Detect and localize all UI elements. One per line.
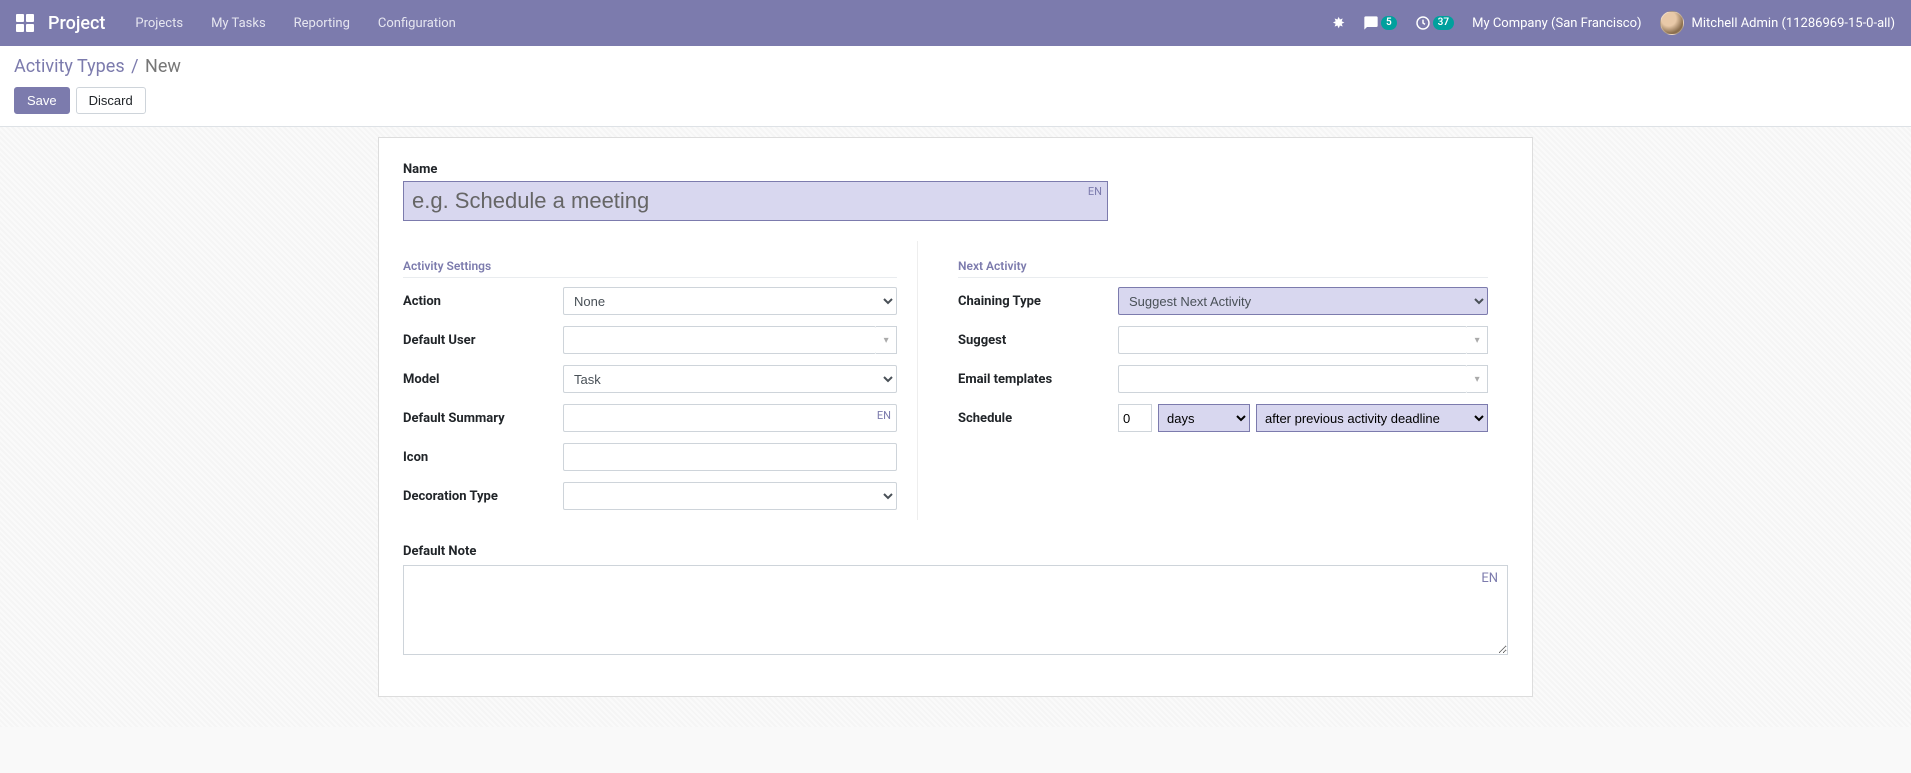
label-schedule: Schedule [958, 411, 1118, 426]
email-templates-dropdown-icon[interactable]: ▾ [1467, 365, 1488, 393]
field-chaining-type: Chaining Type Suggest Next Activity [958, 286, 1488, 316]
suggest-input[interactable] [1118, 326, 1467, 354]
top-navbar: Project Projects My Tasks Reporting Conf… [0, 0, 1911, 46]
next-activity-title: Next Activity [958, 259, 1488, 278]
breadcrumb-current: New [145, 56, 181, 77]
breadcrumb: Activity Types / New [14, 56, 1897, 77]
field-action: Action None [403, 286, 897, 316]
label-decoration-type: Decoration Type [403, 489, 563, 504]
activities-badge: 37 [1433, 16, 1454, 30]
schedule-count-input[interactable] [1118, 404, 1152, 432]
breadcrumb-parent[interactable]: Activity Types [14, 56, 125, 77]
nav-menu-configuration[interactable]: Configuration [378, 16, 456, 31]
label-default-note: Default Note [403, 544, 1508, 559]
name-lang-badge[interactable]: EN [1088, 185, 1102, 198]
label-model: Model [403, 372, 563, 387]
messages-icon[interactable]: 5 [1363, 15, 1397, 31]
field-model: Model Task [403, 364, 897, 394]
schedule-from-select[interactable]: after previous activity deadline [1256, 404, 1488, 432]
label-default-summary: Default Summary [403, 411, 563, 426]
nav-menu: Projects My Tasks Reporting Configuratio… [135, 16, 455, 31]
chaining-type-select[interactable]: Suggest Next Activity [1118, 287, 1488, 315]
control-bar: Activity Types / New Save Discard [0, 46, 1911, 127]
default-note-wrap: EN [403, 565, 1508, 659]
suggest-dropdown-icon[interactable]: ▾ [1467, 326, 1488, 354]
field-suggest: Suggest ▾ [958, 325, 1488, 355]
user-menu[interactable]: Mitchell Admin (11286969-15-0-all) [1660, 11, 1895, 35]
label-email-templates: Email templates [958, 372, 1118, 387]
nav-left: Project Projects My Tasks Reporting Conf… [16, 13, 456, 34]
avatar [1660, 11, 1684, 35]
schedule-unit-select[interactable]: days [1158, 404, 1250, 432]
summary-lang-badge[interactable]: EN [877, 409, 891, 422]
field-schedule: Schedule days after previous activity de… [958, 403, 1488, 433]
decoration-type-select[interactable] [563, 482, 897, 510]
label-default-user: Default User [403, 333, 563, 348]
debug-icon[interactable]: ✸ [1332, 14, 1345, 32]
app-brand[interactable]: Project [48, 13, 105, 34]
two-column-layout: Activity Settings Action None Default Us… [403, 241, 1508, 520]
activity-settings-col: Activity Settings Action None Default Us… [403, 241, 918, 520]
name-label: Name [403, 162, 1508, 177]
field-default-summary: Default Summary EN [403, 403, 897, 433]
nav-menu-projects[interactable]: Projects [135, 16, 183, 31]
field-default-user: Default User ▾ [403, 325, 897, 355]
name-input[interactable] [403, 181, 1108, 221]
activities-icon[interactable]: 37 [1415, 15, 1454, 31]
label-chaining-type: Chaining Type [958, 294, 1118, 309]
apps-icon[interactable] [16, 14, 34, 32]
note-lang-badge[interactable]: EN [1481, 571, 1498, 586]
default-user-input[interactable] [563, 326, 876, 354]
icon-input[interactable] [563, 443, 897, 471]
discard-button[interactable]: Discard [76, 87, 146, 114]
email-templates-input[interactable] [1118, 365, 1467, 393]
name-input-wrap: EN [403, 181, 1108, 221]
nav-right: ✸ 5 37 My Company (San Francisco) Mitche… [1332, 11, 1895, 35]
model-select[interactable]: Task [563, 365, 897, 393]
field-decoration-type: Decoration Type [403, 481, 897, 511]
label-icon: Icon [403, 450, 563, 465]
field-email-templates: Email templates ▾ [958, 364, 1488, 394]
default-summary-input[interactable] [563, 404, 897, 432]
sheet-background: Name EN Activity Settings Action None [0, 127, 1911, 727]
activity-settings-title: Activity Settings [403, 259, 897, 278]
next-activity-col: Next Activity Chaining Type Suggest Next… [958, 241, 1508, 520]
breadcrumb-sep: / [131, 56, 138, 77]
messages-badge: 5 [1381, 16, 1397, 30]
nav-menu-reporting[interactable]: Reporting [294, 16, 350, 31]
label-action: Action [403, 294, 563, 309]
default-note-textarea[interactable] [403, 565, 1508, 655]
nav-menu-mytasks[interactable]: My Tasks [211, 16, 266, 31]
form-buttons: Save Discard [14, 87, 1897, 114]
save-button[interactable]: Save [14, 87, 70, 114]
action-select[interactable]: None [563, 287, 897, 315]
company-switcher[interactable]: My Company (San Francisco) [1472, 16, 1641, 31]
form-sheet: Name EN Activity Settings Action None [378, 137, 1533, 697]
label-suggest: Suggest [958, 333, 1118, 348]
default-user-dropdown-icon[interactable]: ▾ [876, 326, 897, 354]
user-name: Mitchell Admin (11286969-15-0-all) [1692, 16, 1895, 31]
field-icon: Icon [403, 442, 897, 472]
